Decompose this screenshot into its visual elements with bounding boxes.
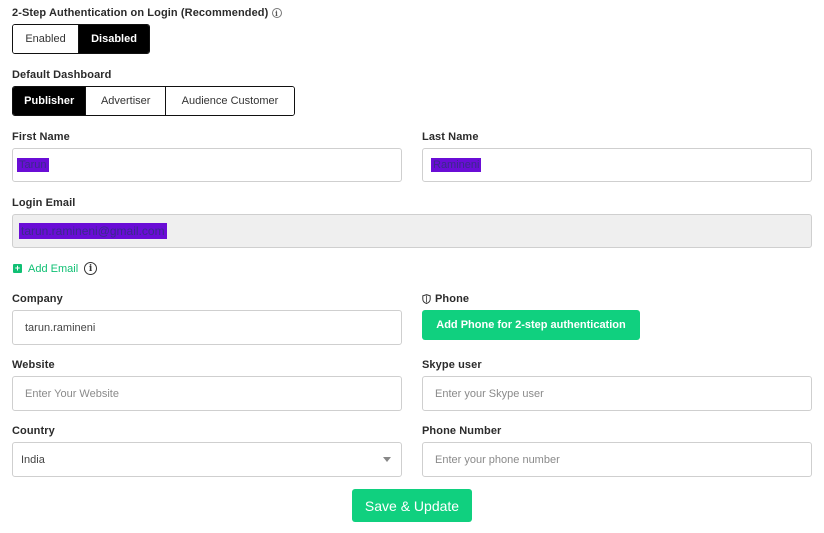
shield-icon [422,294,431,304]
default-dashboard-label: Default Dashboard [12,69,112,81]
last-name-input[interactable]: Ramineni [422,148,812,182]
dashboard-toggle: Publisher Advertiser Audience Customer [12,86,295,116]
first-name-value: Tarun [17,158,49,172]
add-email-link[interactable]: + Add Email i [13,262,98,275]
last-name-label: Last Name [422,131,479,143]
country-select[interactable]: India [12,442,402,477]
login-email-value: tarun.ramineni@gmail.com [19,223,167,239]
dashboard-publisher-option[interactable]: Publisher [13,87,87,115]
chevron-down-icon [383,457,391,462]
phone-number-placeholder: Enter your phone number [435,453,560,466]
info-icon[interactable]: i [271,8,282,19]
last-name-value: Ramineni [431,158,482,172]
two-step-toggle: Enabled Disabled [12,24,150,54]
company-input[interactable]: tarun.ramineni [12,310,402,345]
login-email-input: tarun.ramineni@gmail.com [12,214,812,248]
website-input[interactable]: Enter Your Website [12,376,402,411]
phone-number-input[interactable]: Enter your phone number [422,442,812,477]
save-update-button[interactable]: Save & Update [352,489,472,522]
phone-label: Phone [422,293,469,305]
skype-input[interactable]: Enter your Skype user [422,376,812,411]
company-label: Company [12,293,63,305]
phone-number-label: Phone Number [422,425,502,437]
website-label: Website [12,359,55,371]
two-step-enabled-option[interactable]: Enabled [13,25,80,53]
add-phone-button[interactable]: Add Phone for 2-step authentication [422,310,640,340]
dashboard-audience-customer-option[interactable]: Audience Customer [165,87,294,115]
plus-icon: + [13,263,22,273]
skype-label: Skype user [422,359,482,371]
skype-placeholder: Enter your Skype user [435,387,544,400]
login-email-label: Login Email [12,197,76,209]
website-placeholder: Enter Your Website [25,387,119,400]
company-value: tarun.ramineni [25,321,96,334]
country-value: India [21,453,45,466]
first-name-input[interactable]: Tarun [12,148,402,182]
info-icon[interactable]: i [84,262,98,275]
country-label: Country [12,425,55,437]
two-step-label: 2-Step Authentication on Login (Recommen… [12,7,282,19]
dashboard-advertiser-option[interactable]: Advertiser [86,87,166,115]
two-step-disabled-option[interactable]: Disabled [79,25,149,53]
first-name-label: First Name [12,131,70,143]
